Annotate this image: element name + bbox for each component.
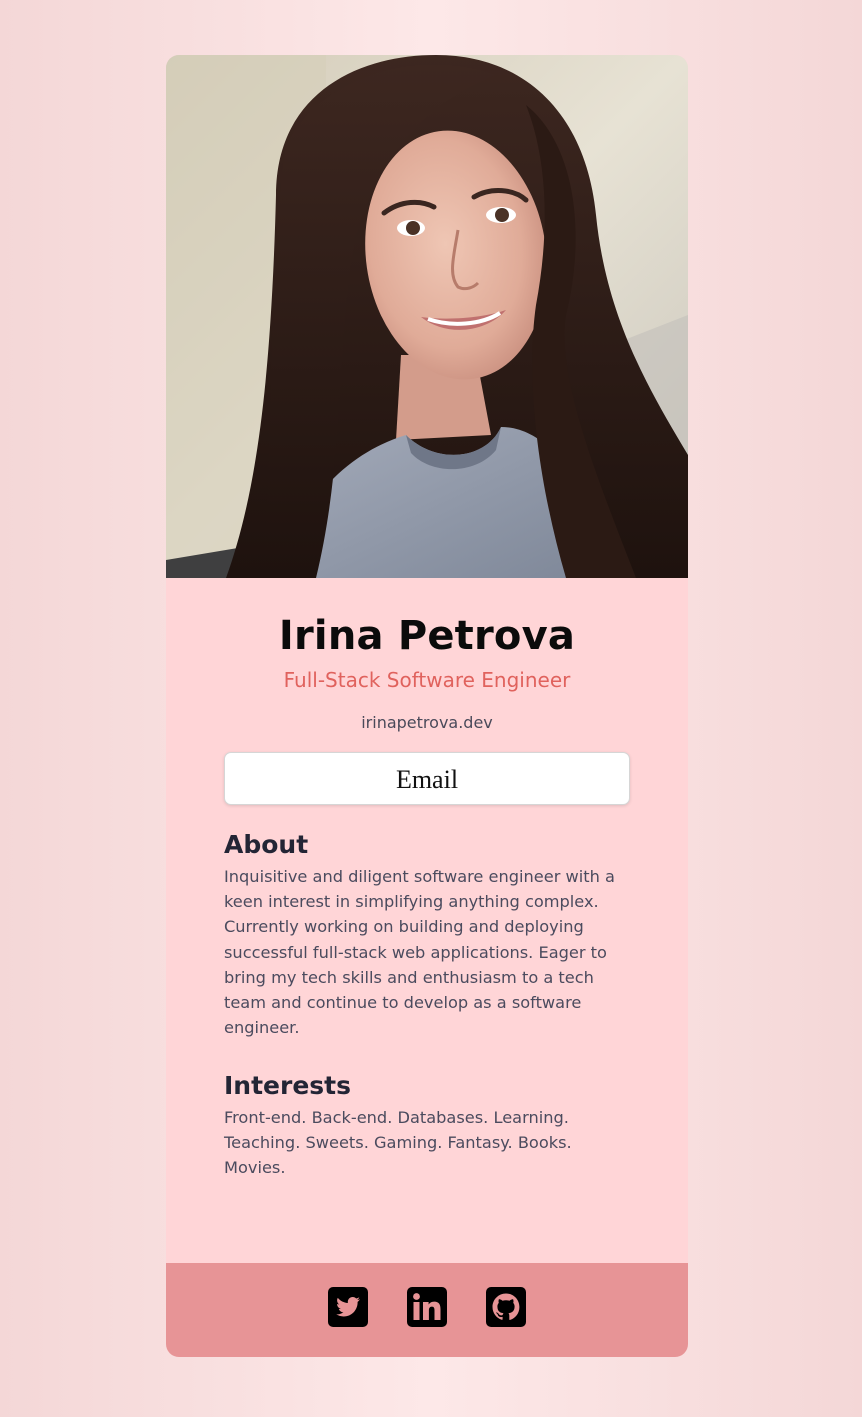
profile-title: Full-Stack Software Engineer xyxy=(283,668,571,692)
profile-card: Irina Petrova Full-Stack Software Engine… xyxy=(166,55,688,1357)
github-link[interactable] xyxy=(485,1286,527,1328)
linkedin-icon xyxy=(407,1287,447,1327)
email-button[interactable]: Email xyxy=(224,752,630,805)
twitter-icon xyxy=(328,1287,368,1327)
about-text: Inquisitive and diligent software engine… xyxy=(224,867,615,1038)
profile-name: Irina Petrova xyxy=(278,613,576,659)
interests-text: Front-end. Back-end. Databases. Learning… xyxy=(224,1108,572,1178)
website-link[interactable]: irinapetrova.dev xyxy=(166,713,688,733)
about-heading: About xyxy=(224,830,309,859)
interests-heading: Interests xyxy=(224,1071,352,1100)
profile-photo xyxy=(166,55,688,578)
linkedin-link[interactable] xyxy=(406,1286,448,1328)
social-footer xyxy=(166,1263,688,1357)
github-icon xyxy=(486,1287,526,1327)
twitter-link[interactable] xyxy=(327,1286,369,1328)
